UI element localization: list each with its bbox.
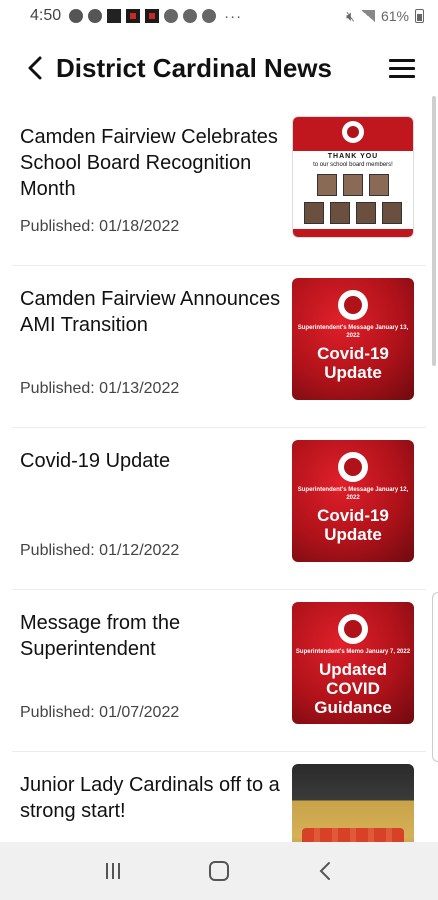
thumb-heading: THANK YOU (327, 153, 379, 160)
facebook-icon (69, 9, 84, 23)
cardinal-logo-icon (338, 614, 368, 644)
home-button[interactable] (189, 849, 249, 893)
app-notification-icon (183, 9, 198, 23)
news-thumbnail (292, 764, 414, 842)
status-bar: 4:50 ··· 🔇︎ 61% (0, 0, 438, 32)
chevron-left-icon (28, 56, 42, 80)
back-button[interactable] (12, 45, 58, 91)
news-thumbnail: Superintendent's Memo January 7, 2022 Up… (292, 602, 414, 724)
thumb-heading: Covid-19 Update (317, 344, 389, 382)
thumb-subheading: to our school board members! (313, 162, 393, 168)
notification-icons (69, 9, 217, 23)
chevron-left-icon (319, 862, 330, 880)
news-item[interactable]: Camden Fairview Announces AMI Transition… (12, 266, 426, 428)
thumb-caption: Superintendent's Memo January 7, 2022 (295, 649, 411, 655)
cardinal-logo-icon (338, 452, 368, 482)
news-item[interactable]: Covid-19 Update Published: 01/12/2022 Su… (12, 428, 426, 590)
app-notification-icon (126, 9, 141, 23)
thumb-heading: Covid-19 Update (317, 506, 389, 544)
cardinal-logo-icon (338, 290, 368, 320)
news-item[interactable]: Camden Fairview Celebrates School Board … (12, 104, 426, 266)
news-thumbnail: Superintendent's Message January 12, 202… (292, 440, 414, 562)
scrollbar[interactable] (432, 96, 436, 366)
news-date: Published: 01/13/2022 (20, 380, 180, 397)
news-date: Published: 01/18/2022 (20, 218, 180, 235)
news-title: Message from the Superintendent (20, 612, 181, 660)
news-title: Junior Lady Cardinals off to a strong st… (20, 774, 280, 822)
recents-button[interactable] (83, 849, 143, 893)
mute-icon: 🔇︎ (346, 7, 355, 24)
battery-icon (415, 9, 424, 23)
cardinal-logo-icon (342, 121, 364, 143)
news-title: Camden Fairview Celebrates School Board … (20, 126, 278, 200)
app-notification-icon (202, 9, 217, 23)
news-list[interactable]: Camden Fairview Celebrates School Board … (0, 104, 438, 842)
news-title: Covid-19 Update (20, 450, 171, 472)
news-item[interactable]: Message from the Superintendent Publishe… (12, 590, 426, 752)
menu-button[interactable] (382, 48, 422, 88)
app-notification-icon (107, 9, 122, 23)
app-notification-icon (164, 9, 179, 23)
thumb-caption: Superintendent's Message January 13, 202… (297, 325, 409, 339)
system-back-button[interactable] (295, 849, 355, 893)
page-title: District Cardinal News (56, 52, 332, 83)
status-time: 4:50 (30, 7, 62, 24)
news-date: Published: 01/12/2022 (20, 542, 180, 559)
recents-icon (106, 863, 120, 879)
signal-icon (360, 10, 375, 22)
battery-percent: 61% (380, 8, 409, 24)
more-notifications-icon: ··· (224, 7, 243, 25)
news-thumbnail: Superintendent's Message January 13, 202… (292, 278, 414, 400)
news-thumbnail: THANK YOU to our school board members! (292, 116, 414, 238)
thumb-caption: Superintendent's Message January 12, 202… (297, 487, 409, 501)
news-title: Camden Fairview Announces AMI Transition (20, 288, 281, 336)
facebook-icon (88, 9, 103, 23)
system-nav-bar (0, 842, 438, 900)
news-item[interactable]: Junior Lady Cardinals off to a strong st… (12, 752, 426, 842)
hamburger-icon (389, 58, 415, 62)
news-date: Published: 01/07/2022 (20, 704, 180, 721)
app-notification-icon (145, 9, 160, 23)
home-icon (209, 861, 229, 881)
app-header: District Cardinal News (0, 32, 438, 104)
thumb-heading: Updated COVID Guidance (314, 660, 392, 717)
edge-panel-handle[interactable] (432, 592, 438, 762)
